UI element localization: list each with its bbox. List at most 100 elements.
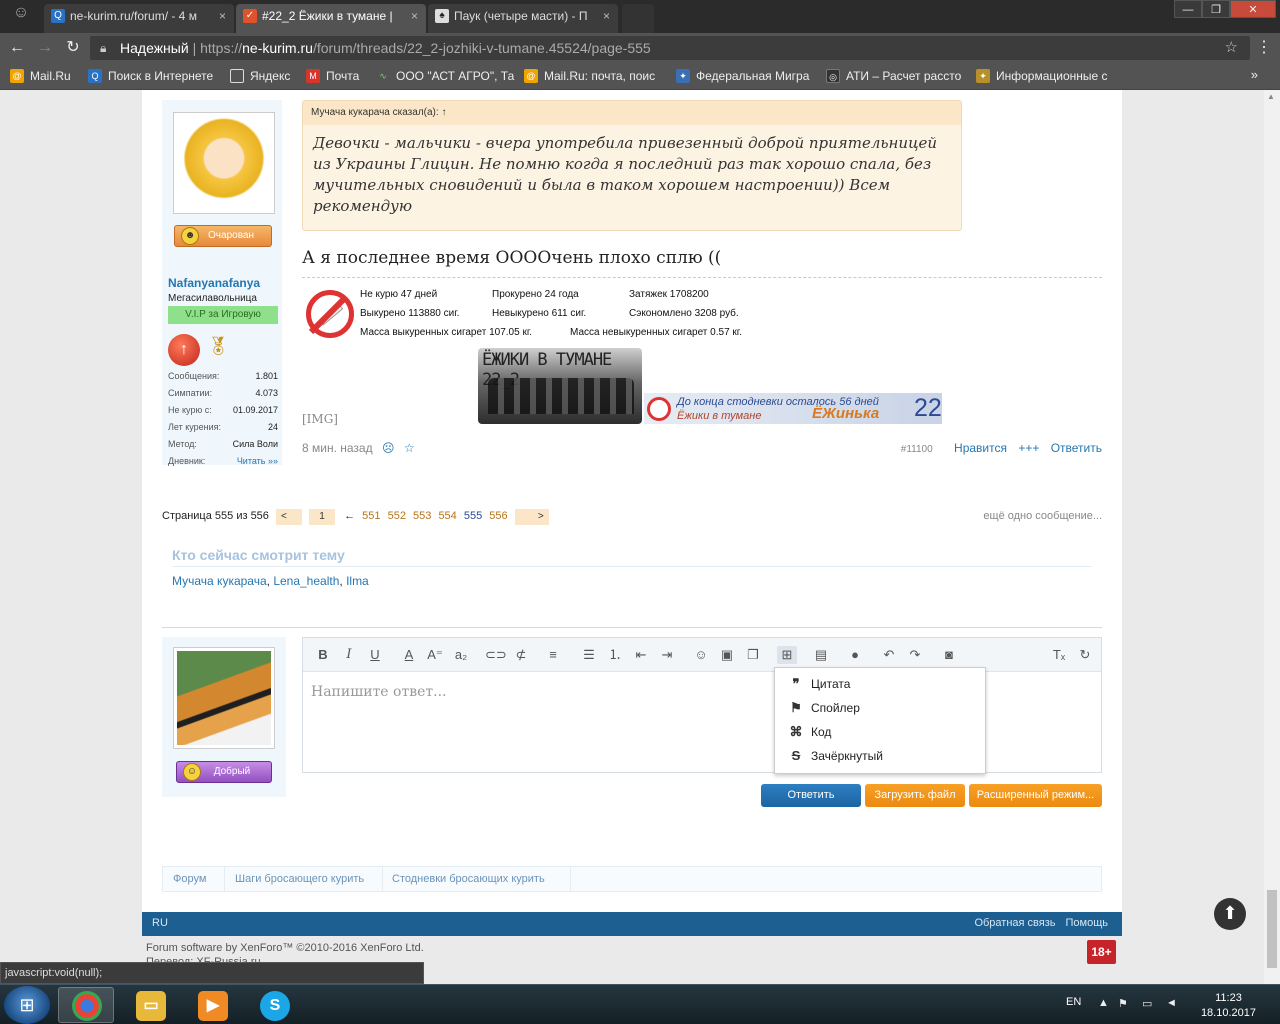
taskbar-skype[interactable]: S [246,987,302,1023]
link-icon[interactable]: ⊂⊃ [485,646,507,664]
watcher-link[interactable]: Мучача кукарача [172,574,267,588]
tray-up-icon[interactable]: ▲ [1098,997,1109,1009]
upload-file-button[interactable]: Загрузить файл [865,784,965,807]
font-family-icon[interactable]: a₂ [451,646,471,664]
scroll-up-icon[interactable]: ▲ [1267,92,1275,101]
star-icon[interactable]: ☆ [404,441,415,455]
scrollbar-thumb[interactable] [1267,890,1277,968]
indent-icon[interactable]: ⇥ [657,646,677,664]
underline-icon[interactable]: U [365,646,385,664]
redo-icon[interactable]: ↷ [905,646,925,664]
numbered-list-icon[interactable]: ⒈ [605,646,625,664]
menu-item-quote[interactable]: ❞ Цитата [775,672,985,696]
like-link[interactable]: Нравится [954,441,1007,455]
smilies-icon[interactable]: ☺ [691,646,711,664]
profile-icon[interactable]: ☺ [6,4,36,26]
close-tab-icon[interactable]: × [219,4,226,28]
plus-link[interactable]: +++ [1018,441,1039,455]
next-page-button[interactable]: > [514,509,549,525]
forward-icon[interactable]: → [34,37,56,59]
smiley-icon[interactable]: ☹ [382,441,395,455]
clock[interactable]: 11:23 18.10.2017 [1201,991,1256,1021]
breadcrumb-diaries[interactable]: Стодневки бросающих курить [392,873,545,885]
maximize-button[interactable]: ❐ [1202,0,1230,18]
menu-item-code[interactable]: ⌘ Код [775,720,985,744]
browser-tab-1[interactable]: Q ne-kurim.ru/forum/ - 4 м × [44,4,234,33]
bookmark-mailru[interactable]: @ Mail.Ru [10,68,71,84]
close-window-button[interactable]: ✕ [1230,0,1276,18]
post-time[interactable]: 8 мин. назад [302,441,373,455]
menu-item-spoiler[interactable]: ⚑ Спойлер [775,696,985,720]
undo-icon[interactable]: ↶ [879,646,899,664]
help-link[interactable]: Помощь [1066,917,1109,929]
submit-reply-button[interactable]: Ответить [761,784,861,807]
advanced-mode-button[interactable]: Расширенный режим... [969,784,1102,807]
menu-icon[interactable]: ⋮ [1256,37,1272,57]
page-556[interactable]: 556 [489,510,507,522]
diary-link[interactable]: Читать »» [237,456,278,466]
italic-icon[interactable]: I [339,646,359,664]
bullet-list-icon[interactable]: ☰ [579,646,599,664]
page-553[interactable]: 553 [413,510,431,522]
input-language[interactable]: EN [1066,996,1081,1008]
menu-item-strikethrough[interactable]: S Зачёркнутый [775,744,985,768]
language-chooser[interactable]: RU [152,917,168,929]
avatar[interactable] [173,112,275,214]
back-icon[interactable]: ← [6,37,28,59]
taskbar-explorer[interactable]: ▭ [122,987,178,1023]
bookmark-ast-agro[interactable]: ∿ ООО "АСТ АГРО", Та [376,68,514,84]
new-tab-button[interactable] [622,4,654,33]
copyright-line[interactable]: Forum software by XenForo™ ©2010-2016 Xe… [146,941,424,955]
bookmark-search[interactable]: Q Поиск в Интернете [88,68,213,84]
toggle-bbcode-icon[interactable]: ↻ [1075,646,1095,664]
flag-icon[interactable]: ⚑ [1118,997,1128,1010]
more-bookmarks-icon[interactable]: » [1251,67,1258,82]
breadcrumb-forum[interactable]: Форум [173,873,206,885]
bookmark-ati[interactable]: ◎ АТИ – Расчет рассто [826,68,961,84]
font-color-icon[interactable]: A [399,646,419,664]
unlink-icon[interactable]: ⊄ [511,646,531,664]
avatar[interactable] [173,647,275,749]
camera-icon[interactable]: ◙ [939,646,959,664]
mood-badge[interactable]: ☻ Очарован [174,225,272,247]
user-icon[interactable]: ● [845,646,865,664]
award-arrow-icon[interactable]: ↑ [168,334,200,366]
font-size-icon[interactable]: A⁼ [425,646,445,664]
page-552[interactable]: 552 [388,510,406,522]
bookmark-mailru-2[interactable]: @ Mail.Ru: почта, поис [524,68,655,84]
align-icon[interactable]: ≡ [543,646,563,664]
address-bar[interactable]: 🔒︎ Надежный | https://ne-kurim.ru/forum/… [90,36,1250,60]
image-icon[interactable]: ▣ [717,646,737,664]
insert-menu-icon[interactable]: ⊞ [777,646,797,664]
save-draft-icon[interactable]: ▤ [811,646,831,664]
bookmark-info[interactable]: ✦ Информационные с [976,68,1108,84]
bookmark-mail[interactable]: M Почта [306,68,359,84]
network-icon[interactable]: ▭ [1142,997,1152,1010]
award-medal-icon[interactable]: 🏅︎ [206,336,230,366]
browser-tab-3[interactable]: ♠ Паук (четыре масти) - П × [428,4,618,33]
outdent-icon[interactable]: ⇤ [631,646,651,664]
page-554[interactable]: 554 [438,510,456,522]
mood-badge[interactable]: ☺ Добрый [176,761,272,783]
bold-icon[interactable]: B [313,646,333,664]
minimize-button[interactable]: — [1174,0,1202,18]
reply-placeholder[interactable]: Напишите ответ... [311,684,446,700]
watcher-link[interactable]: Lena_health [273,574,339,588]
prev-page-button[interactable]: < [275,509,302,525]
bookmark-fms[interactable]: ✦ Федеральная Мигра [676,68,809,84]
quote-author[interactable]: Мучача кукарача сказал(а): ↑ [303,101,961,125]
scrollbar[interactable]: ▲ [1264,90,1280,988]
taskbar-chrome[interactable] [58,987,114,1023]
volume-icon[interactable]: ◄ [1166,997,1177,1009]
watcher-link[interactable]: Ilma [346,574,369,588]
bookmark-star-icon[interactable]: ☆ [1225,36,1238,60]
close-tab-icon[interactable]: × [411,4,418,28]
post-id[interactable]: #11100 [901,444,933,455]
start-button[interactable]: ⊞ [4,986,50,1024]
first-page-button[interactable]: 1 [309,509,336,525]
media-icon[interactable]: ❐ [743,646,763,664]
clear-format-icon[interactable]: Tₓ [1049,646,1069,664]
scroll-to-top-icon[interactable]: ⬆ [1214,898,1246,930]
feedback-link[interactable]: Обратная связь [974,917,1055,929]
page-551[interactable]: 551 [362,510,380,522]
